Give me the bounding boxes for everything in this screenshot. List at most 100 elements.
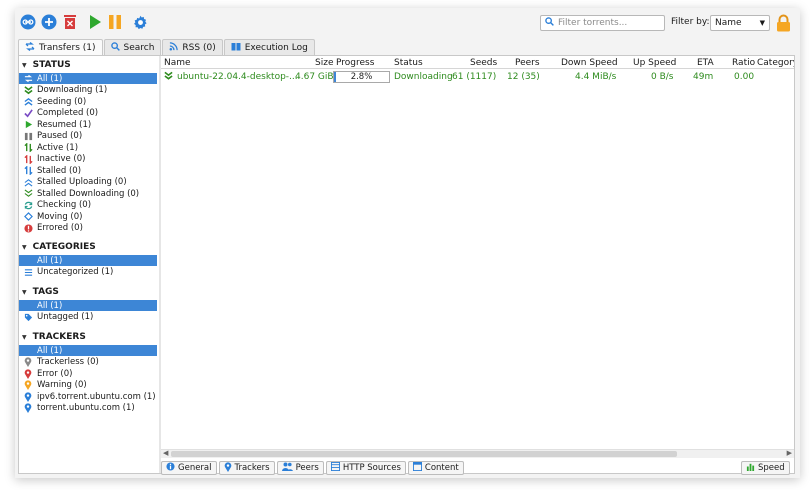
status-item-label: Inactive (0) — [37, 154, 86, 164]
tracker-pin-icon — [23, 403, 33, 413]
main-tabs: Transfers (1) Search RSS (0) Execution L… — [18, 39, 316, 56]
column-header-name[interactable]: Name — [164, 58, 191, 68]
column-header-seeds[interactable]: Seeds — [470, 58, 497, 68]
scroll-left-icon[interactable]: ◀ — [163, 449, 168, 457]
tab-search[interactable]: Search — [103, 39, 162, 55]
moving-icon — [23, 212, 33, 222]
search-field[interactable] — [540, 15, 665, 31]
tracker-item-trackerless[interactable]: Trackerless (0) — [19, 357, 157, 368]
stalled-downloading-icon — [23, 189, 33, 199]
torrent-list-header: Name Size Progress Status Seeds Peers Do… — [161, 56, 794, 69]
tab-peers[interactable]: Peers — [276, 461, 324, 475]
section-title: TRACKERS — [32, 332, 86, 342]
tracker-item-ubuntu[interactable]: torrent.ubuntu.com (1) — [19, 403, 157, 414]
trackers-section-header[interactable]: ▼ TRACKERS — [19, 331, 86, 343]
status-item-inactive[interactable]: Inactive (0) — [19, 154, 157, 165]
column-header-down-speed[interactable]: Down Speed — [561, 58, 618, 68]
column-header-ratio[interactable]: Ratio — [732, 58, 755, 68]
delete-icon[interactable] — [62, 14, 78, 30]
column-header-peers[interactable]: Peers — [515, 58, 540, 68]
status-item-active[interactable]: Active (1) — [19, 142, 157, 153]
category-item-label: All (1) — [37, 255, 63, 266]
tag-icon — [23, 312, 33, 322]
horizontal-scrollbar[interactable]: ◀ ▶ — [161, 449, 794, 458]
status-item-seeding[interactable]: Seeding (0) — [19, 96, 157, 107]
speed-button[interactable]: Speed — [741, 461, 790, 475]
tracker-item-ipv6-ubuntu[interactable]: ipv6.torrent.ubuntu.com (1) — [19, 391, 157, 402]
tab-execution-log[interactable]: Execution Log — [223, 39, 315, 55]
tab-trackers[interactable]: Trackers — [218, 461, 275, 475]
status-item-paused[interactable]: Paused (0) — [19, 131, 157, 142]
column-header-category[interactable]: Category — [757, 58, 794, 68]
column-header-progress[interactable]: Progress — [336, 58, 374, 68]
status-item-label: Seeding (0) — [37, 96, 87, 107]
section-title: TAGS — [32, 287, 59, 297]
categories-section-header[interactable]: ▼ CATEGORIES — [19, 241, 96, 253]
torrent-seeds: 61 (1117) — [452, 72, 497, 82]
tab-label: Trackers — [234, 463, 270, 473]
status-item-stalled-uploading[interactable]: Stalled Uploading (0) — [19, 177, 157, 188]
tag-item-label: All (1) — [37, 300, 63, 311]
status-item-resumed[interactable]: Resumed (1) — [19, 119, 157, 130]
status-item-all[interactable]: All (1) — [19, 73, 157, 84]
tracker-item-error[interactable]: Error (0) — [19, 368, 157, 379]
tab-rss[interactable]: RSS (0) — [162, 39, 223, 55]
tab-http-sources[interactable]: HTTP Sources — [325, 461, 406, 475]
status-item-label: Active (1) — [37, 142, 79, 153]
tracker-item-warning[interactable]: Warning (0) — [19, 380, 157, 391]
tags-section-header[interactable]: ▼ TAGS — [19, 286, 59, 298]
filter-by-select[interactable]: Name ▼ — [710, 15, 770, 31]
section-title: CATEGORIES — [32, 242, 96, 252]
tab-content[interactable]: Content — [407, 461, 464, 475]
status-item-stalled-downloading[interactable]: Stalled Downloading (0) — [19, 188, 157, 199]
tab-label: RSS (0) — [182, 42, 216, 53]
column-header-eta[interactable]: ETA — [697, 58, 714, 68]
scroll-right-icon[interactable]: ▶ — [787, 449, 792, 457]
tab-label: General — [178, 463, 212, 473]
app-window: Filter by: Name ▼ Transfers (1) Search R… — [15, 8, 800, 478]
status-item-label: Resumed (1) — [37, 119, 92, 130]
tracker-item-label: Warning (0) — [37, 380, 87, 390]
filter-by-label: Filter by: — [671, 17, 710, 27]
tag-item-all[interactable]: All (1) — [19, 300, 157, 311]
resume-icon[interactable] — [87, 14, 103, 30]
stalled-uploading-icon — [23, 177, 33, 187]
status-item-completed[interactable]: Completed (0) — [19, 108, 157, 119]
status-item-stalled[interactable]: Stalled (0) — [19, 165, 157, 176]
tag-item-untagged[interactable]: Untagged (1) — [19, 312, 157, 323]
status-item-checking[interactable]: Checking (0) — [19, 200, 157, 211]
main-frame: ▼ STATUS All (1) Downloading (1) Seeding… — [18, 55, 795, 475]
status-item-downloading[interactable]: Downloading (1) — [19, 85, 157, 96]
add-torrent-icon[interactable] — [41, 14, 57, 30]
tab-label: Search — [123, 42, 155, 53]
tab-general[interactable]: General — [161, 461, 217, 475]
add-link-icon[interactable] — [20, 14, 36, 30]
search-input[interactable] — [558, 18, 663, 28]
resumed-icon — [23, 120, 33, 130]
category-item-all[interactable]: All (1) — [19, 255, 157, 266]
warning-pin-icon — [23, 380, 33, 390]
tracker-item-all[interactable]: All (1) — [19, 345, 157, 356]
pause-icon[interactable] — [107, 14, 123, 30]
collapse-arrow-icon: ▼ — [22, 333, 27, 341]
tab-transfers[interactable]: Transfers (1) — [18, 39, 103, 56]
properties-tabs: General Trackers Peers HTTP Sources Cont… — [161, 461, 464, 475]
status-item-errored[interactable]: Errored (0) — [19, 223, 157, 234]
status-item-label: Stalled (0) — [37, 165, 82, 176]
filter-by-value: Name — [715, 18, 742, 28]
info-icon — [166, 462, 175, 474]
gear-icon[interactable] — [132, 14, 148, 30]
status-item-moving[interactable]: Moving (0) — [19, 211, 157, 222]
search-icon — [545, 17, 554, 29]
scrollbar-thumb[interactable] — [171, 451, 677, 457]
torrent-row[interactable]: ubuntu-22.04.4-desktop-... 4.67 GiB 2.8%… — [161, 70, 794, 83]
column-header-up-speed[interactable]: Up Speed — [633, 58, 676, 68]
toolbar: Filter by: Name ▼ — [15, 8, 800, 38]
status-section-header[interactable]: ▼ STATUS — [19, 59, 71, 71]
category-item-uncategorized[interactable]: Uncategorized (1) — [19, 267, 157, 278]
column-header-size[interactable]: Size — [315, 58, 333, 68]
tab-label: Peers — [295, 463, 319, 473]
column-header-status[interactable]: Status — [394, 58, 423, 68]
lock-icon[interactable] — [775, 13, 791, 32]
seeding-icon — [23, 97, 33, 107]
